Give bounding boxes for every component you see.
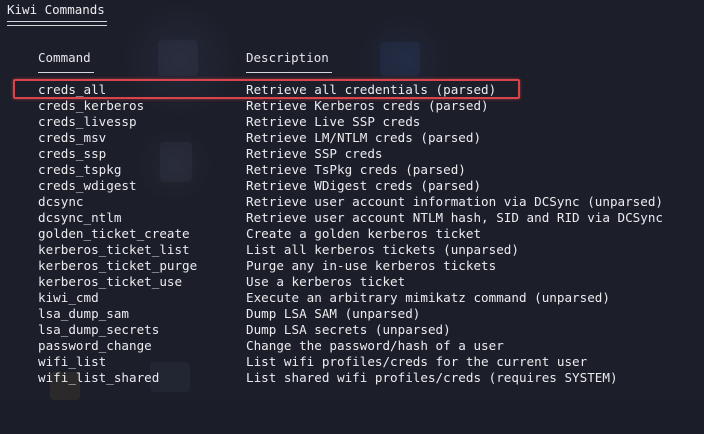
- command-description: Dump LSA secrets (unparsed): [246, 322, 451, 337]
- table-row: wifi_list List wifi profiles/creds for t…: [0, 354, 704, 370]
- table-row: password_change Change the password/hash…: [0, 338, 704, 354]
- command-description: Create a golden kerberos ticket: [246, 226, 482, 241]
- command-name: lsa_dump_sam: [38, 306, 129, 321]
- command-description: Retrieve WDigest creds (parsed): [246, 178, 482, 193]
- command-name: creds_ssp: [38, 146, 107, 161]
- command-description: Purge any in-use kerberos tickets: [246, 258, 497, 273]
- command-name: kiwi_cmd: [38, 290, 99, 305]
- desktop-ghost-icon: [158, 40, 198, 76]
- table-row: creds_msv Retrieve LM/NTLM creds (parsed…: [0, 130, 704, 146]
- command-description: Retrieve LM/NTLM creds (parsed): [246, 130, 482, 145]
- command-description: Dump LSA SAM (unparsed): [246, 306, 421, 321]
- table-row: kerberos_ticket_purge Purge any in-use k…: [0, 258, 704, 274]
- command-name: password_change: [38, 338, 152, 353]
- table-row: wifi_list_shared List shared wifi profil…: [0, 370, 704, 386]
- command-name: wifi_list_shared: [38, 370, 160, 385]
- title-underline: [7, 25, 107, 26]
- table-row: lsa_dump_sam Dump LSA SAM (unparsed): [0, 306, 704, 322]
- command-name: lsa_dump_secrets: [38, 322, 160, 337]
- command-name: creds_tspkg: [38, 162, 122, 177]
- command-name: wifi_list: [38, 354, 107, 369]
- table-row: dcsync Retrieve user account information…: [0, 194, 704, 210]
- command-table: creds_all Retrieve all credentials (pars…: [0, 82, 704, 386]
- command-description: List all kerberos tickets (unparsed): [246, 242, 519, 257]
- command-description: Retrieve SSP creds: [246, 146, 383, 161]
- table-row: kerberos_ticket_list List all kerberos t…: [0, 242, 704, 258]
- command-description: List shared wifi profiles/creds (require…: [246, 370, 618, 385]
- command-description: Use a kerberos ticket: [246, 274, 406, 289]
- column-header-command: Command: [38, 50, 91, 65]
- command-name: kerberos_ticket_purge: [38, 258, 198, 273]
- highlight-box: [13, 79, 520, 99]
- command-name: golden_ticket_create: [38, 226, 190, 241]
- command-description: Retrieve Kerberos creds (parsed): [246, 98, 489, 113]
- command-description: Change the password/hash of a user: [246, 338, 504, 353]
- desktop-ghost-icon: [380, 42, 420, 76]
- command-name: kerberos_ticket_use: [38, 274, 183, 289]
- command-name: dcsync_ntlm: [38, 210, 122, 225]
- table-row: dcsync_ntlm Retrieve user account NTLM h…: [0, 210, 704, 226]
- command-description: Retrieve user account NTLM hash, SID and…: [246, 210, 664, 225]
- column-header-description: Description: [246, 50, 329, 65]
- table-row: kiwi_cmd Execute an arbitrary mimikatz c…: [0, 290, 704, 306]
- column-header-underline: [246, 72, 332, 73]
- table-row: creds_ssp Retrieve SSP creds: [0, 146, 704, 162]
- command-description: Retrieve user account information via DC…: [246, 194, 664, 209]
- table-row: kerberos_ticket_use Use a kerberos ticke…: [0, 274, 704, 290]
- section-title: Kiwi Commands: [7, 2, 105, 17]
- table-row: creds_tspkg Retrieve TsPkg creds (parsed…: [0, 162, 704, 178]
- title-underline: [7, 21, 107, 22]
- command-name: creds_livessp: [38, 114, 137, 129]
- column-header-underline: [38, 72, 94, 73]
- table-row: creds_kerberos Retrieve Kerberos creds (…: [0, 98, 704, 114]
- command-description: Retrieve Live SSP creds: [246, 114, 421, 129]
- table-row: creds_livessp Retrieve Live SSP creds: [0, 114, 704, 130]
- table-row: lsa_dump_secrets Dump LSA secrets (unpar…: [0, 322, 704, 338]
- command-description: Execute an arbitrary mimikatz command (u…: [246, 290, 610, 305]
- terminal-window[interactable]: Kiwi Commands Command Description creds_…: [0, 0, 704, 402]
- command-name: dcsync: [38, 194, 84, 209]
- command-name: creds_msv: [38, 130, 107, 145]
- command-name: creds_wdigest: [38, 178, 137, 193]
- command-description: Retrieve TsPkg creds (parsed): [246, 162, 466, 177]
- command-name: creds_kerberos: [38, 98, 145, 113]
- table-row: golden_ticket_create Create a golden ker…: [0, 226, 704, 242]
- table-row: creds_wdigest Retrieve WDigest creds (pa…: [0, 178, 704, 194]
- command-name: kerberos_ticket_list: [38, 242, 190, 257]
- command-description: List wifi profiles/creds for the current…: [246, 354, 588, 369]
